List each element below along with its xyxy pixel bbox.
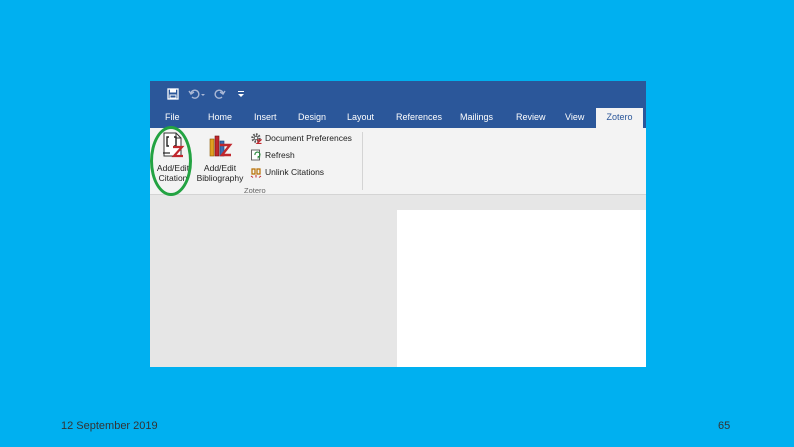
highlight-ring bbox=[150, 126, 192, 196]
bibliography-label-line2: Bibliography bbox=[196, 173, 244, 183]
tab-insert[interactable]: Insert bbox=[254, 107, 277, 128]
tab-review[interactable]: Review bbox=[516, 107, 546, 128]
slide-date: 12 September 2019 bbox=[61, 420, 158, 432]
unlink-citations-button[interactable]: Unlink Citations bbox=[250, 165, 324, 178]
tab-home[interactable]: Home bbox=[208, 107, 232, 128]
word-window-screenshot: File Home Insert Design Layout Reference… bbox=[150, 81, 646, 367]
bibliography-icon bbox=[209, 135, 233, 157]
group-separator bbox=[362, 132, 363, 190]
customize-chevron-icon[interactable] bbox=[236, 86, 246, 102]
tab-zotero[interactable]: Zotero bbox=[596, 108, 643, 128]
tab-view[interactable]: View bbox=[565, 107, 584, 128]
tab-design[interactable]: Design bbox=[298, 107, 326, 128]
document-page[interactable] bbox=[397, 210, 646, 367]
unlink-citations-label: Unlink Citations bbox=[265, 166, 325, 177]
title-bar bbox=[150, 81, 646, 107]
gear-icon bbox=[250, 132, 262, 144]
ribbon-tab-bar: File Home Insert Design Layout Reference… bbox=[150, 107, 646, 128]
refresh-button[interactable]: Refresh bbox=[250, 148, 295, 161]
refresh-label: Refresh bbox=[265, 149, 295, 160]
add-edit-bibliography-button[interactable]: Add/Edit Bibliography bbox=[195, 132, 245, 183]
tab-layout[interactable]: Layout bbox=[347, 107, 374, 128]
tab-file[interactable]: File bbox=[165, 107, 180, 128]
document-preferences-label: Document Preferences bbox=[265, 132, 352, 143]
ribbon-group-label: Zotero bbox=[244, 186, 266, 195]
tab-mailings[interactable]: Mailings bbox=[460, 107, 493, 128]
refresh-icon bbox=[250, 149, 262, 161]
bibliography-label-line1: Add/Edit bbox=[203, 163, 237, 173]
redo-icon[interactable] bbox=[213, 86, 227, 102]
slide-number: 65 bbox=[718, 420, 731, 432]
tab-references[interactable]: References bbox=[396, 107, 442, 128]
document-preferences-button[interactable]: Document Preferences bbox=[250, 131, 352, 144]
zotero-ribbon-panel: Add/Edit Citation Add/Edit Bibliography … bbox=[150, 128, 646, 195]
save-icon[interactable] bbox=[166, 86, 180, 102]
undo-icon[interactable] bbox=[187, 86, 207, 102]
unlink-icon bbox=[250, 166, 262, 178]
